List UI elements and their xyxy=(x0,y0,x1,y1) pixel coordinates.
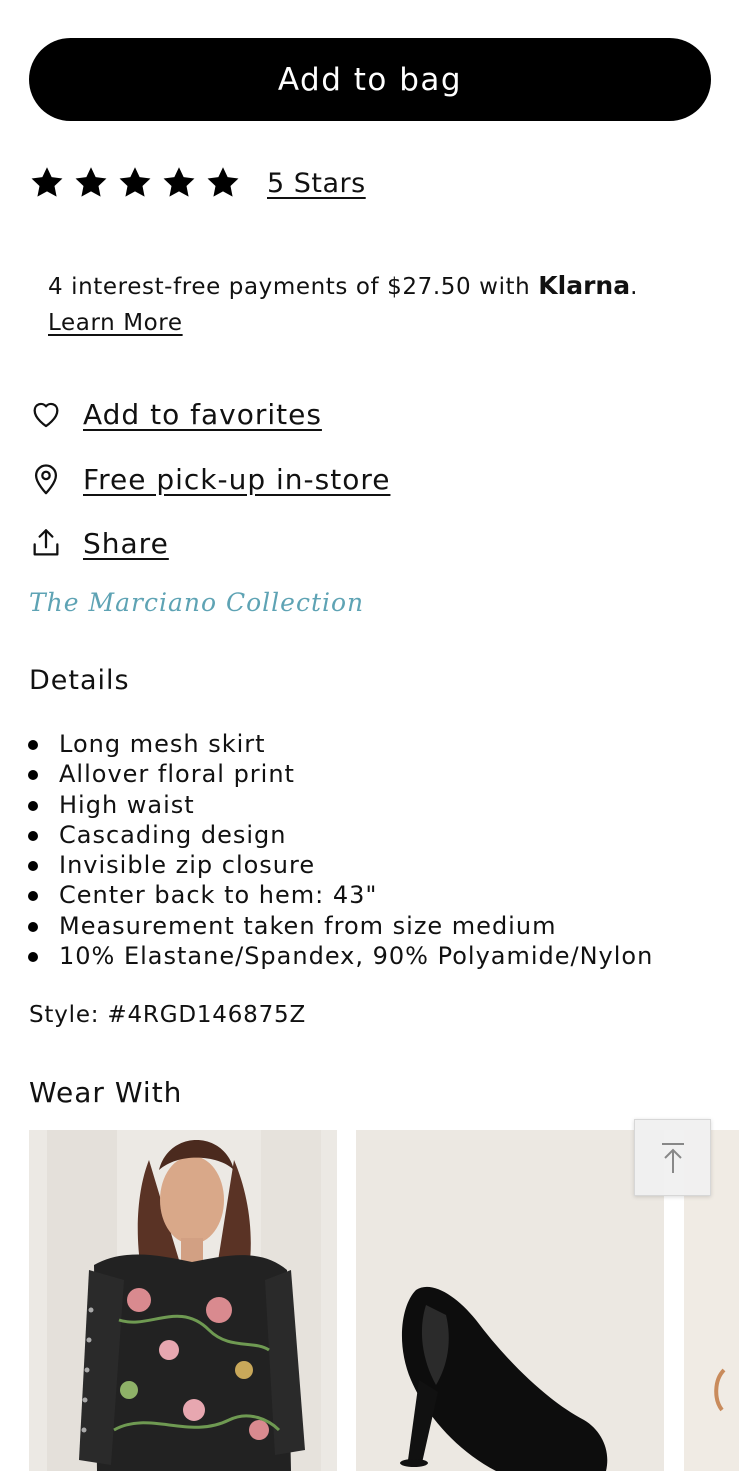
rating-stars xyxy=(29,165,241,201)
star-icon xyxy=(163,167,195,197)
star-icon xyxy=(31,167,63,197)
product-card[interactable] xyxy=(29,1130,337,1471)
klarna-text: 4 interest-free payments of $27.50 with xyxy=(48,274,539,300)
list-item: Invisible zip closure xyxy=(27,850,653,880)
star-icon xyxy=(75,167,107,197)
list-item: Cascading design xyxy=(27,820,653,850)
list-item: 10% Elastane/Spandex, 90% Polyamide/Nylo… xyxy=(27,942,654,971)
scroll-to-top-button[interactable] xyxy=(634,1119,711,1196)
details-heading: Details xyxy=(29,665,130,696)
wear-with-heading: Wear With xyxy=(29,1076,183,1109)
details-list: Long mesh skirt Allover floral print Hig… xyxy=(27,729,654,971)
product-image xyxy=(29,1130,337,1471)
list-item: Long mesh skirt xyxy=(27,729,653,759)
klarna-period: . xyxy=(630,274,639,300)
product-image xyxy=(356,1130,664,1471)
add-to-favorites-action[interactable]: Add to favorites xyxy=(29,392,322,436)
add-to-favorites-link[interactable]: Add to favorites xyxy=(83,398,322,431)
product-rating: 5 Stars xyxy=(29,163,366,203)
list-item: Allover floral print xyxy=(27,759,653,789)
list-item: Center back to hem: 43" xyxy=(27,880,653,910)
location-pin-icon xyxy=(29,462,63,496)
share-link[interactable]: Share xyxy=(83,527,169,560)
free-pickup-action[interactable]: Free pick-up in-store xyxy=(29,457,390,501)
arrow-up-to-top-icon xyxy=(661,1142,684,1173)
heart-icon xyxy=(29,397,63,431)
klarna-learn-more-link[interactable]: Learn More xyxy=(48,305,183,341)
reviews-link[interactable]: 5 Stars xyxy=(267,168,366,199)
share-icon xyxy=(29,526,63,560)
wear-with-carousel[interactable] xyxy=(29,1130,739,1471)
star-icon xyxy=(207,167,239,197)
collection-link[interactable]: The Marciano Collection xyxy=(29,588,364,617)
list-item: Measurement taken from size medium xyxy=(27,911,653,941)
klarna-message: 4 interest-free payments of $27.50 with … xyxy=(48,268,708,341)
list-item: High waist xyxy=(27,790,653,820)
product-card[interactable] xyxy=(356,1130,664,1471)
style-number: Style: #4RGD146875Z xyxy=(29,1002,307,1028)
share-action[interactable]: Share xyxy=(29,521,169,565)
star-icon xyxy=(119,167,151,197)
free-pickup-link[interactable]: Free pick-up in-store xyxy=(83,463,390,496)
add-to-bag-button[interactable]: Add to bag xyxy=(29,38,711,121)
klarna-logo: Klarna xyxy=(538,271,631,300)
